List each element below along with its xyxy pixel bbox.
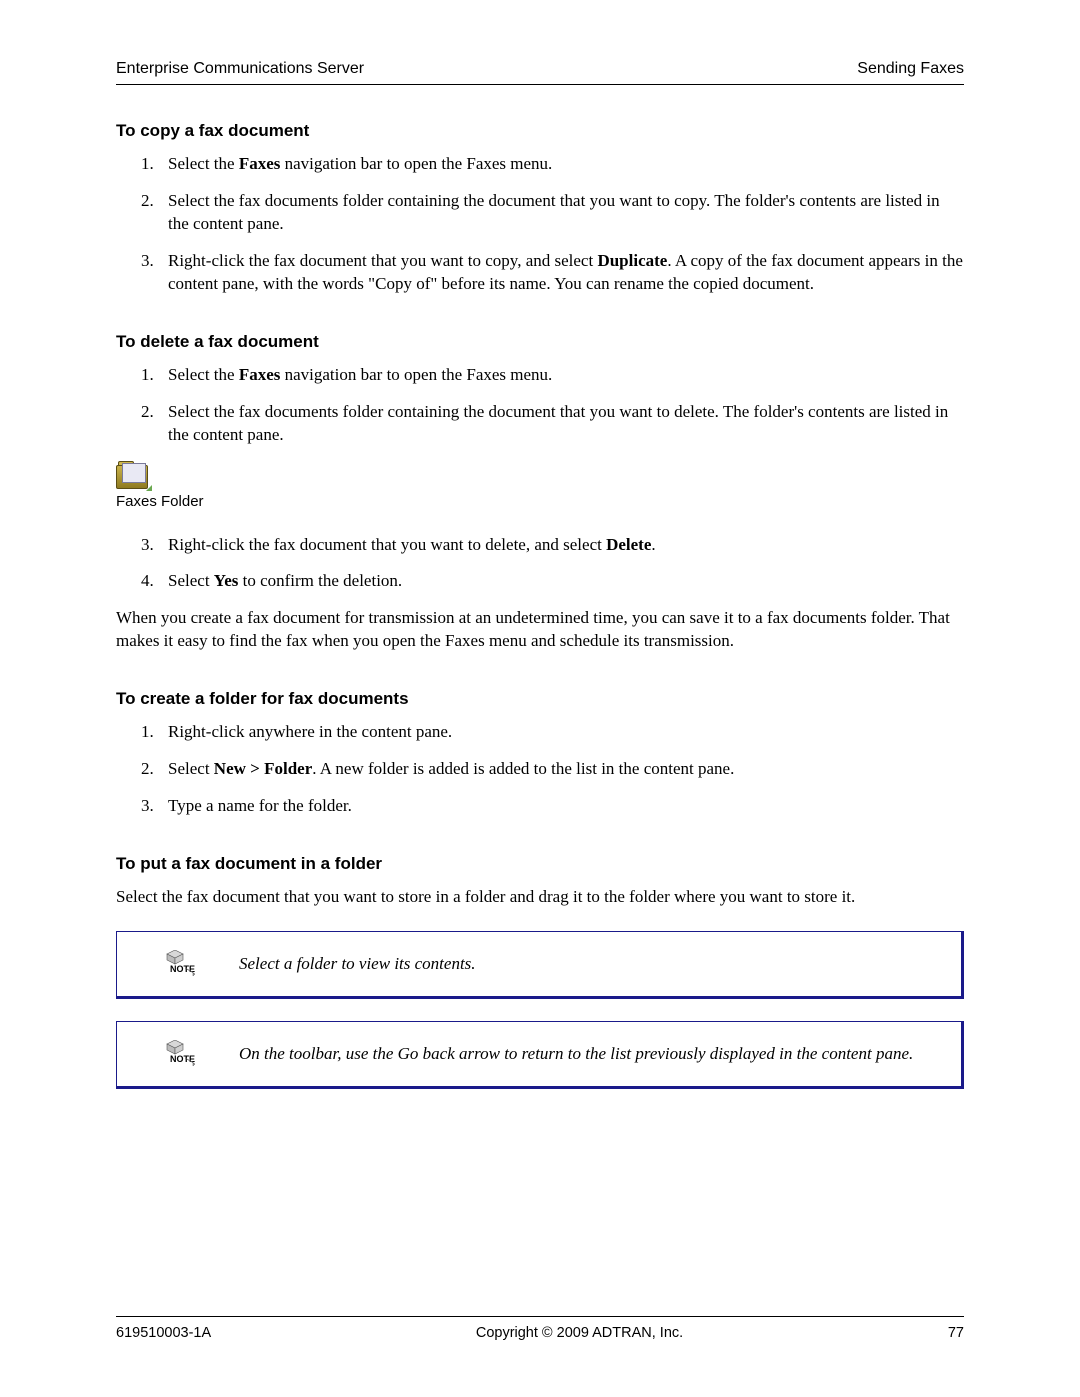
text: . A new folder is added is added to the … bbox=[312, 759, 734, 778]
footer-page-number: 77 bbox=[948, 1325, 964, 1341]
text: Select bbox=[168, 571, 214, 590]
text: navigation bar to open the Faxes menu. bbox=[280, 154, 552, 173]
step: Type a name for the folder. bbox=[158, 795, 964, 818]
text-bold: Faxes bbox=[239, 154, 281, 173]
faxes-folder-label: Faxes Folder bbox=[116, 493, 204, 510]
footer-left: 619510003-1A bbox=[116, 1325, 211, 1341]
text: . bbox=[651, 535, 655, 554]
text: Right-click anywhere in the content pane… bbox=[168, 722, 452, 741]
note-text: Select a folder to view its contents. bbox=[239, 953, 476, 976]
text: Select the fax documents folder containi… bbox=[168, 191, 940, 233]
page-header: Enterprise Communications Server Sending… bbox=[116, 60, 964, 85]
heading-create-folder: To create a folder for fax documents bbox=[116, 689, 964, 709]
step: Right-click the fax document that you wa… bbox=[158, 534, 964, 557]
step: Right-click the fax document that you wa… bbox=[158, 250, 964, 296]
note-box-2: NOTE On the toolbar, use the Go back arr… bbox=[116, 1021, 964, 1089]
steps-copy-fax: Select the Faxes navigation bar to open … bbox=[116, 153, 964, 296]
steps-delete-fax-a: Select the Faxes navigation bar to open … bbox=[116, 364, 964, 447]
paragraph-put-in-folder: Select the fax document that you want to… bbox=[116, 886, 964, 909]
step: Select the Faxes navigation bar to open … bbox=[158, 364, 964, 387]
steps-delete-fax-b: Right-click the fax document that you wa… bbox=[116, 534, 964, 594]
document-page: Enterprise Communications Server Sending… bbox=[0, 0, 1080, 1397]
text: Right-click the fax document that you wa… bbox=[168, 535, 606, 554]
paragraph-delete-fax: When you create a fax document for trans… bbox=[116, 607, 964, 653]
page-footer: 619510003-1A Copyright © 2009 ADTRAN, In… bbox=[116, 1316, 964, 1341]
step: Select the Faxes navigation bar to open … bbox=[158, 153, 964, 176]
text: Select the bbox=[168, 365, 239, 384]
heading-put-in-folder: To put a fax document in a folder bbox=[116, 854, 964, 874]
faxes-folder-block: Faxes Folder bbox=[116, 461, 964, 510]
text-bold: Yes bbox=[214, 571, 239, 590]
header-left: Enterprise Communications Server bbox=[116, 60, 364, 78]
text: Right-click the fax document that you wa… bbox=[168, 251, 597, 270]
text-bold: Duplicate bbox=[597, 251, 667, 270]
heading-copy-fax: To copy a fax document bbox=[116, 121, 964, 141]
note-box-1: NOTE Select a folder to view its content… bbox=[116, 931, 964, 999]
text: Select the bbox=[168, 154, 239, 173]
text: Type a name for the folder. bbox=[168, 796, 352, 815]
note-text: On the toolbar, use the Go back arrow to… bbox=[239, 1043, 913, 1066]
text: Select bbox=[168, 759, 214, 778]
header-right: Sending Faxes bbox=[857, 60, 964, 78]
note-icon: NOTE bbox=[163, 1040, 199, 1068]
text: Select the fax documents folder containi… bbox=[168, 402, 948, 444]
steps-create-folder: Right-click anywhere in the content pane… bbox=[116, 721, 964, 818]
text: navigation bar to open the Faxes menu. bbox=[280, 365, 552, 384]
note-icon: NOTE bbox=[163, 950, 199, 978]
footer-center: Copyright © 2009 ADTRAN, Inc. bbox=[211, 1325, 948, 1341]
text-bold: Faxes bbox=[239, 365, 281, 384]
step: Right-click anywhere in the content pane… bbox=[158, 721, 964, 744]
faxes-folder-icon bbox=[116, 461, 150, 489]
step: Select the fax documents folder containi… bbox=[158, 401, 964, 447]
text-bold: New > Folder bbox=[214, 759, 312, 778]
text-bold: Delete bbox=[606, 535, 651, 554]
svg-text:NOTE: NOTE bbox=[170, 964, 195, 974]
step: Select the fax documents folder containi… bbox=[158, 190, 964, 236]
heading-delete-fax: To delete a fax document bbox=[116, 332, 964, 352]
svg-text:NOTE: NOTE bbox=[170, 1054, 195, 1064]
step: Select Yes to confirm the deletion. bbox=[158, 570, 964, 593]
text: to confirm the deletion. bbox=[238, 571, 402, 590]
step: Select New > Folder. A new folder is add… bbox=[158, 758, 964, 781]
